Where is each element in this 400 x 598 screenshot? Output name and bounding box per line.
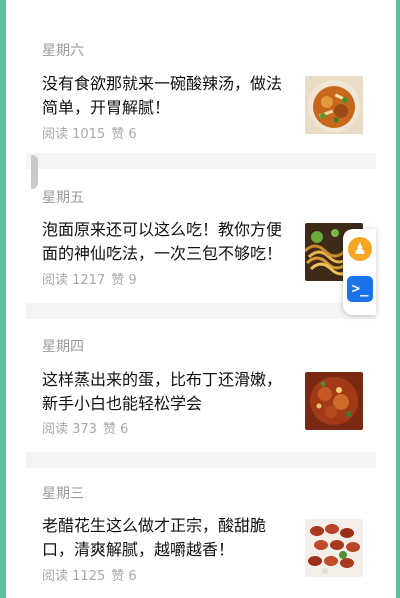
article-title[interactable]: 没有食欲那就来一碗酸辣汤，做法简单，开胃解腻！	[42, 72, 294, 120]
section-separator	[26, 153, 376, 169]
article-meta: 阅读 373 赞 6	[42, 418, 128, 437]
read-count: 阅读 1125	[42, 569, 106, 584]
section-separator	[26, 452, 376, 468]
terminal-icon[interactable]: >_	[347, 276, 373, 302]
right-edge-strip	[396, 0, 400, 598]
article-thumbnail[interactable]	[305, 76, 363, 134]
like-count: 赞 9	[111, 273, 137, 288]
article-meta: 阅读 1217 赞 9	[42, 269, 137, 288]
day-label: 星期五	[42, 190, 84, 206]
read-count: 阅读 1015	[42, 127, 106, 142]
like-count: 赞 6	[111, 127, 137, 142]
accessibility-icon[interactable]: ♟	[348, 237, 372, 261]
day-label: 星期六	[42, 43, 84, 59]
edge-drag-handle[interactable]	[31, 155, 38, 189]
like-count: 赞 6	[111, 569, 137, 584]
article-title[interactable]: 这样蒸出来的蛋，比布丁还滑嫩，新手小白也能轻松学会	[42, 368, 294, 416]
article-thumbnail[interactable]	[305, 519, 363, 577]
section-separator	[26, 303, 376, 319]
article-title[interactable]: 老醋花生这么做才正宗，酸甜脆口，清爽解腻，越嚼越香！	[42, 514, 294, 562]
article-thumbnail[interactable]	[305, 372, 363, 430]
like-count: 赞 6	[102, 422, 129, 437]
floating-toolbar: ♟ >_	[343, 229, 376, 315]
article-title[interactable]: 泡面原来还可以这么吃！教你方便面的神仙吃法，一次三包不够吃！	[42, 218, 294, 266]
article-meta: 阅读 1015 赞 6	[42, 123, 137, 142]
day-label: 星期三	[42, 486, 84, 502]
read-count: 阅读 373	[42, 422, 97, 437]
read-count: 阅读 1217	[42, 273, 106, 288]
article-meta: 阅读 1125 赞 6	[42, 565, 137, 584]
day-label: 星期四	[42, 339, 84, 355]
